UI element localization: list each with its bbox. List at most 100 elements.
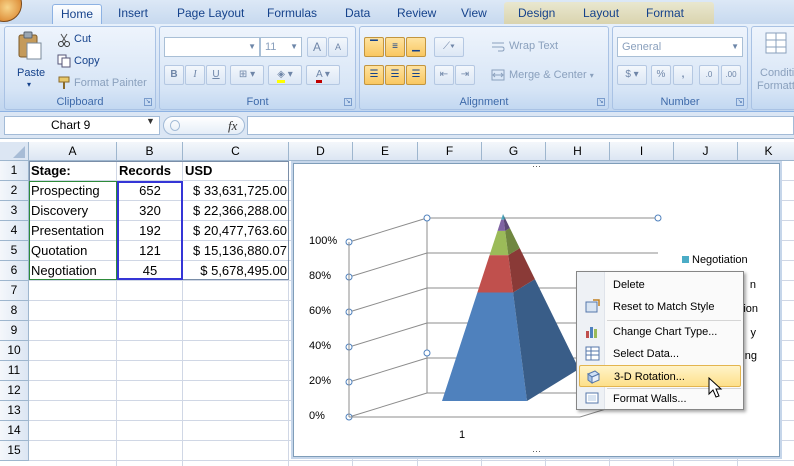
number-format-dropdown-icon[interactable]: ▼ [731,38,739,56]
paste-dropdown-icon[interactable]: ▾ [27,80,31,89]
table-cell[interactable]: Quotation [29,241,117,261]
row-header[interactable]: 10 [0,341,29,361]
align-bottom-icon[interactable]: ▁ [406,37,426,57]
table-cell[interactable]: 192 [117,221,183,241]
row-header[interactable]: 9 [0,321,29,341]
table-cell[interactable]: Prospecting [29,181,117,201]
row-header[interactable]: 2 [0,181,29,201]
row-header[interactable]: 4 [0,221,29,241]
column-header[interactable]: D [289,142,353,161]
column-header[interactable]: K [738,142,794,161]
menu-item-reset-style[interactable]: Reset to Match Style [579,296,741,318]
formula-input[interactable] [247,116,794,135]
alignment-launcher-icon[interactable]: ↘ [597,98,605,106]
format-painter-button[interactable]: Format Painter [74,77,147,89]
merge-center-button[interactable]: Merge & Center ▾ [509,69,594,81]
row-header[interactable]: 12 [0,381,29,401]
paste-icon[interactable] [17,31,43,61]
decrease-indent-icon[interactable]: ⇤ [434,65,454,85]
column-header[interactable]: F [418,142,482,161]
table-cell[interactable]: 320 [117,201,183,221]
font-size-box[interactable]: 11 ▼ [260,37,302,57]
bold-icon[interactable]: B [164,65,184,85]
column-header[interactable]: H [546,142,610,161]
tab-data[interactable]: Data [339,4,376,24]
increase-indent-icon[interactable]: ⇥ [455,65,475,85]
table-cell[interactable]: $ 20,477,763.60 [183,221,289,241]
row-header[interactable]: 14 [0,421,29,441]
menu-item-select-data[interactable]: Select Data... [579,343,741,365]
table-cell[interactable]: 121 [117,241,183,261]
chart-resize-handle-bottom[interactable]: ⋯ [532,446,541,457]
align-center-icon[interactable]: ☰ [385,65,405,85]
column-header[interactable]: B [117,142,183,161]
italic-icon[interactable]: I [185,65,205,85]
column-header[interactable]: J [674,142,738,161]
font-name-box[interactable]: ▼ [164,37,260,57]
tab-formulas[interactable]: Formulas [261,4,323,24]
table-cell[interactable]: $ 33,631,725.00 [183,181,289,201]
currency-icon[interactable]: $ ▾ [617,65,647,85]
table-cell[interactable]: $ 15,136,880.07 [183,241,289,261]
cut-button[interactable]: Cut [74,33,91,45]
select-all-corner[interactable] [0,142,29,161]
formula-expand-icon[interactable] [170,120,180,131]
row-header[interactable]: 5 [0,241,29,261]
table-cell[interactable]: 652 [117,181,183,201]
increase-decimal-icon[interactable]: .0 [699,65,719,85]
tab-layout[interactable]: Layout [577,4,625,24]
name-box[interactable]: Chart 9 [4,116,160,135]
column-header[interactable]: A [29,142,117,161]
insert-function-icon[interactable]: fx [228,118,237,134]
format-as-table-label[interactable]: Formatt [757,80,794,92]
comma-icon[interactable]: , [673,65,693,85]
fill-color-icon[interactable]: ◈ ▾ [268,65,302,85]
tab-review[interactable]: Review [391,4,442,24]
table-cell[interactable]: Discovery [29,201,117,221]
tab-home[interactable]: Home [52,4,102,24]
column-header[interactable]: G [482,142,546,161]
percent-icon[interactable]: % [651,65,671,85]
tab-view[interactable]: View [455,4,493,24]
borders-icon[interactable]: ⊞ ▾ [230,65,264,85]
copy-button[interactable]: Copy [74,55,100,67]
row-header[interactable]: 13 [0,401,29,421]
tab-format[interactable]: Format [640,4,690,24]
menu-item-delete[interactable]: Delete [579,274,741,296]
font-size-dropdown-icon[interactable]: ▼ [290,38,298,56]
font-name-dropdown-icon[interactable]: ▼ [248,38,256,56]
column-header[interactable]: I [610,142,674,161]
decrease-decimal-icon[interactable]: .00 [721,65,741,85]
grow-font-icon[interactable]: A [307,37,327,57]
column-header[interactable]: E [353,142,418,161]
table-cell[interactable]: Stage: [29,161,117,181]
tab-page-layout[interactable]: Page Layout [171,4,250,24]
table-cell[interactable]: Presentation [29,221,117,241]
align-top-icon[interactable]: ▔ [364,37,384,57]
column-header[interactable]: C [183,142,289,161]
align-middle-icon[interactable]: ≡ [385,37,405,57]
number-format-box[interactable]: General ▼ [617,37,743,57]
tab-insert[interactable]: Insert [112,4,154,24]
orientation-icon[interactable]: ⟋▾ [434,37,464,57]
font-launcher-icon[interactable]: ↘ [344,98,352,106]
conditional-formatting-icon[interactable] [764,31,790,57]
table-cell[interactable]: USD [183,161,289,181]
table-cell[interactable]: 45 [117,261,183,281]
row-header[interactable]: 7 [0,281,29,301]
menu-item-change-chart-type[interactable]: Change Chart Type... [579,321,741,343]
paste-button[interactable]: Paste [17,67,45,79]
shrink-font-icon[interactable]: A [328,37,348,57]
tab-design[interactable]: Design [512,4,561,24]
table-cell[interactable]: Records [117,161,183,181]
merge-dropdown-icon[interactable]: ▾ [590,71,594,80]
row-header[interactable]: 15 [0,441,29,461]
number-launcher-icon[interactable]: ↘ [736,98,744,106]
table-cell[interactable]: $ 5,678,495.00 [183,261,289,281]
conditional-formatting-label[interactable]: Conditi [760,67,794,79]
row-header[interactable]: 8 [0,301,29,321]
row-header[interactable]: 6 [0,261,29,281]
align-left-icon[interactable]: ☰ [364,65,384,85]
office-button[interactable] [0,0,22,22]
wrap-text-button[interactable]: Wrap Text [509,40,558,52]
